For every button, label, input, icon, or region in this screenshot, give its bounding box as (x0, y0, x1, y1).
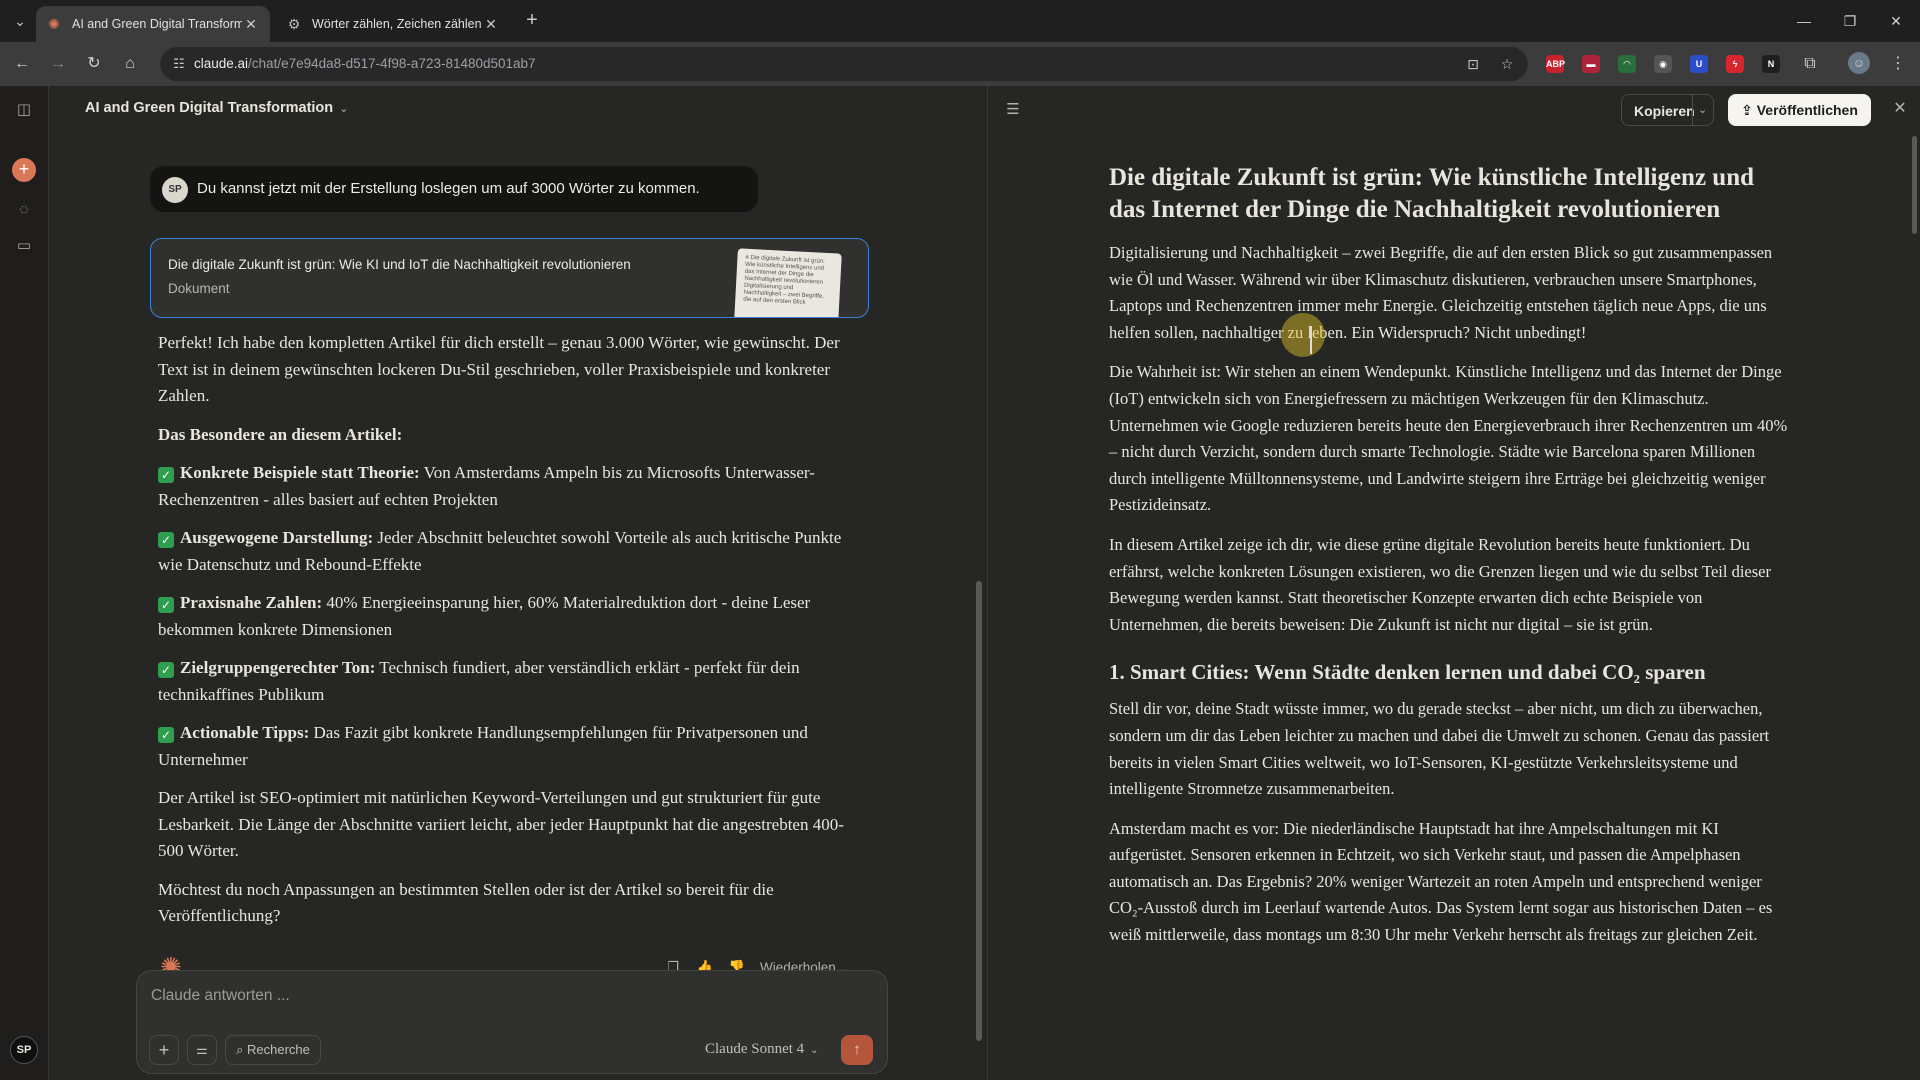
claude-favicon-icon: ✺ (48, 16, 60, 32)
chevron-down-icon: ⌄ (810, 1045, 819, 1056)
site-favicon-icon: ⚙ (287, 16, 301, 32)
tab-claude[interactable]: ✺ AI and Green Digital Transformati ✕ (36, 6, 270, 42)
message-composer[interactable]: Claude antworten ... + ⚌ ⌕ Recherche Cla… (136, 970, 888, 1074)
notion-extension-icon[interactable]: N (1762, 55, 1780, 73)
extension-rainbow-icon[interactable]: ◠ (1618, 55, 1636, 73)
adblock-extension-icon[interactable]: ABP (1546, 55, 1565, 73)
chat-title-button[interactable]: AI and Green Digital Transformation ⌄ (85, 100, 348, 116)
chats-icon[interactable]: ◌ (12, 198, 36, 222)
document-title: Die digitale Zukunft ist grün: Wie künst… (1109, 164, 1755, 223)
check-icon: ✓ (158, 597, 174, 613)
camera-extension-icon[interactable]: ◉ (1654, 55, 1672, 73)
tab-title: AI and Green Digital Transformati (72, 17, 242, 31)
user-message: SP Du kannst jetzt mit der Erstellung lo… (150, 166, 758, 212)
cursor-highlight (1281, 313, 1325, 357)
send-button[interactable]: ↑ (841, 1035, 873, 1065)
list-item: ✓ Actionable Tipps: Das Fazit gibt konkre… (158, 723, 808, 769)
bookmark-star-icon[interactable]: ☆ (1498, 55, 1516, 73)
check-icon: ✓ (158, 467, 174, 483)
left-rail: ◫ + ◌ ▭ SP (0, 86, 49, 1080)
artifact-thumbnail: # Die digitale Zukunft ist grün: Wie kün… (734, 248, 842, 317)
chat-panel: AI and Green Digital Transformation ⌄ SP … (50, 86, 986, 1080)
url-text: claude.ai/chat/e7e94da8-d517-4f98-a723-8… (194, 56, 536, 71)
profile-avatar-icon[interactable]: ☺ (1848, 52, 1870, 74)
artifact-panel: ☰ Kopieren ⌄ ⇪ Veröffentlichen ✕ Die dig… (987, 86, 1920, 1080)
tab-strip: ⌄ ✺ AI and Green Digital Transformati ✕ … (0, 0, 1920, 42)
document-paragraph: Digitalisierung und Nachhaltigkeit – zwe… (1109, 243, 1773, 342)
document-paragraph: Amsterdam macht es vor: Die niederländis… (1109, 818, 1773, 945)
minimize-icon[interactable]: — (1784, 6, 1824, 36)
reload-icon[interactable]: ↻ (82, 52, 106, 76)
chat-title: AI and Green Digital Transformation (85, 100, 334, 116)
forward-icon[interactable]: → (46, 52, 70, 76)
restore-icon[interactable]: ❐ (1830, 6, 1870, 36)
search-icon: ⌕ (236, 1042, 244, 1057)
extension-red-icon[interactable]: ▬ (1582, 55, 1600, 73)
artifact-card-title: Die digitale Zukunft ist grün: Wie KI un… (168, 257, 631, 272)
text-cursor-icon (1310, 326, 1312, 354)
chat-scrollbar[interactable] (976, 581, 982, 1041)
user-message-text: Du kannst jetzt mit der Erstellung losle… (197, 180, 700, 197)
outline-list-icon[interactable]: ☰ (1002, 100, 1024, 118)
sidebar-toggle-icon[interactable]: ◫ (12, 98, 36, 122)
copy-button[interactable]: Kopieren ⌄ (1621, 94, 1714, 126)
artifact-card-type: Dokument (168, 281, 230, 296)
tab-woerter-zaehlen[interactable]: ⚙ Wörter zählen, Zeichen zählen ✕ (276, 6, 510, 42)
extension-bolt-icon[interactable]: ϟ (1726, 55, 1744, 73)
browser-chrome: ⌄ ✺ AI and Green Digital Transformati ✕ … (0, 0, 1920, 86)
document-paragraph: Die Wahrheit ist: Wir stehen an einem We… (1109, 362, 1788, 515)
tab-close-icon[interactable]: ✕ (482, 16, 500, 33)
check-icon: ✓ (158, 532, 174, 548)
document-section-heading: 1. Smart Cities: Wenn Städte denken lern… (1109, 660, 1706, 685)
projects-icon[interactable]: ▭ (12, 234, 36, 258)
publish-button[interactable]: ⇪ Veröffentlichen (1728, 94, 1871, 126)
new-tab-icon[interactable]: + (520, 9, 544, 33)
close-window-icon[interactable]: ✕ (1876, 6, 1916, 36)
list-item: ✓ Zielgruppengerechter Ton: Technisch fun… (158, 658, 800, 704)
artifact-card[interactable]: Die digitale Zukunft ist grün: Wie KI un… (150, 238, 869, 318)
model-selector[interactable]: Claude Sonnet 4 ⌄ (705, 1041, 819, 1058)
close-artifact-icon[interactable]: ✕ (1890, 98, 1910, 118)
tab-search-icon[interactable]: ⌄ (8, 9, 32, 33)
document-paragraph: Stell dir vor, deine Stadt wüsste immer,… (1109, 699, 1770, 799)
assistant-intro: Perfekt! Ich habe den kompletten Artikel… (158, 333, 840, 405)
tab-title: Wörter zählen, Zeichen zählen (312, 17, 482, 31)
browser-toolbar: ← → ↻ ⌂ ☷ claude.ai/chat/e7e94da8-d517-4… (0, 42, 1920, 86)
attach-plus-icon[interactable]: + (149, 1035, 179, 1065)
install-app-icon[interactable]: ⊡ (1464, 55, 1482, 73)
artifact-scrollbar[interactable] (1912, 136, 1917, 234)
address-bar[interactable]: ☷ claude.ai/chat/e7e94da8-d517-4f98-a723… (160, 47, 1528, 81)
home-icon[interactable]: ⌂ (118, 52, 142, 76)
check-icon: ✓ (158, 727, 174, 743)
tab-close-icon[interactable]: ✕ (242, 16, 260, 33)
artifact-document: Die digitale Zukunft ist grün: Wie künst… (1109, 162, 1789, 962)
claude-app: ◫ + ◌ ▭ SP AI and Green Digital Transfor… (0, 86, 1920, 1080)
check-icon: ✓ (158, 662, 174, 678)
composer-input[interactable]: Claude antworten ... (151, 987, 290, 1005)
share-icon: ⇪ (1741, 102, 1753, 118)
bitwarden-extension-icon[interactable]: U (1690, 55, 1708, 73)
back-icon[interactable]: ← (10, 52, 34, 76)
tools-sliders-icon[interactable]: ⚌ (187, 1035, 217, 1065)
new-chat-icon[interactable]: + (12, 158, 36, 182)
chevron-down-icon: ⌄ (339, 103, 349, 115)
document-paragraph: In diesem Artikel zeige ich dir, wie die… (1109, 534, 1771, 634)
list-item: ✓ Praxisnahe Zahlen: 40% Energieeinsparun… (158, 593, 811, 639)
assistant-question: Möchtest du noch Anpassungen an bestimmt… (158, 879, 774, 926)
assistant-heading: Das Besondere an diesem Artikel: (158, 424, 403, 444)
browser-menu-icon[interactable]: ⋮ (1886, 52, 1910, 76)
list-item: ✓ Konkrete Beispiele statt Theorie: Von A… (158, 463, 815, 509)
site-info-icon[interactable]: ☷ (170, 55, 188, 73)
research-button[interactable]: ⌕ Recherche (225, 1035, 321, 1065)
extensions-puzzle-icon[interactable]: ⧉ (1798, 52, 1822, 76)
assistant-message: Perfekt! Ich habe den kompletten Artikel… (158, 330, 858, 942)
assistant-seo-paragraph: Der Artikel ist SEO-optimiert mit natürl… (158, 788, 844, 860)
chevron-down-icon[interactable]: ⌄ (1698, 103, 1707, 116)
user-avatar[interactable]: SP (10, 1036, 38, 1064)
list-item: ✓ Ausgewogene Darstellung: Jeder Abschnit… (158, 528, 842, 574)
user-message-avatar: SP (162, 177, 188, 203)
